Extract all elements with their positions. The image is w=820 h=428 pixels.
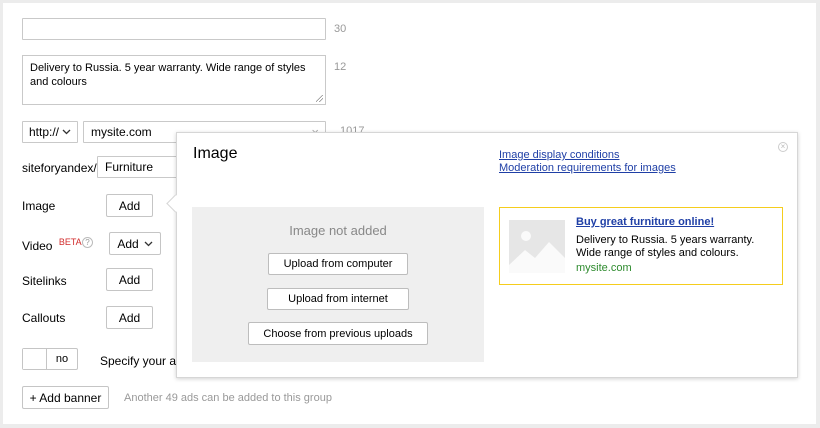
image-placeholder-graphic [509,231,565,273]
toggle-state: no [55,353,69,365]
video-label-text: Video [22,239,53,253]
preview-headline[interactable]: Buy great furniture online! [576,216,714,228]
preview-body: Delivery to Russia. 5 years warranty. Wi… [576,234,755,259]
protocol-value: http:// [29,125,60,139]
video-add-button[interactable]: Add [109,232,161,255]
moderation-requirements-link[interactable]: Moderation requirements for images [499,162,676,174]
image-not-added-text: Image not added [289,223,387,238]
add-banner-button[interactable]: + Add banner [22,386,109,409]
video-add-label: Add [117,236,139,251]
callouts-label: Callouts [22,311,66,325]
image-add-button[interactable]: Add [106,194,153,217]
close-glyph: × [780,142,786,151]
upload-area: Image not added Upload from computer Upl… [192,207,484,362]
close-icon[interactable]: × [778,142,788,152]
path-input[interactable]: Furniture [97,156,187,178]
chevron-down-icon [62,129,71,135]
ad-preview: Buy great furniture online! Delivery to … [499,207,783,285]
add-banner-note: Another 49 ads can be added to this grou… [124,392,332,404]
resize-handle-icon[interactable] [316,95,323,102]
image-label: Image [22,199,56,213]
domain-value: mysite.com [91,125,152,139]
chevron-down-icon [144,241,153,246]
image-display-conditions-link[interactable]: Image display conditions [499,149,619,161]
text-textarea[interactable]: Delivery to Russia. 5 year warranty. Wid… [22,55,326,105]
image-placeholder-icon [509,220,565,273]
path-prefix: siteforyandex/ [22,161,97,175]
preview-url: mysite.com [576,262,632,274]
path-value: Furniture [105,160,154,174]
image-popup: Image Image display conditions Moderatio… [166,132,798,378]
popup-title: Image [193,145,238,162]
title-input[interactable] [22,18,326,40]
callouts-add-button[interactable]: Add [106,306,153,329]
specify-text: Specify your ad [100,354,183,368]
title-counter: 30 [334,23,347,35]
sitelinks-add-button[interactable]: Add [106,268,153,291]
text-counter: 12 [334,61,347,73]
video-label: Video BETA [22,237,82,253]
protocol-select[interactable]: http:// [22,121,78,143]
sitelinks-label: Sitelinks [22,274,67,288]
beta-badge: BETA [58,237,82,247]
help-icon[interactable]: ? [82,237,93,248]
toggle-switch[interactable]: no [22,348,78,370]
upload-from-computer-button[interactable]: Upload from computer [268,253,408,275]
toggle-knob [23,349,47,369]
choose-previous-uploads-button[interactable]: Choose from previous uploads [248,322,428,345]
upload-from-internet-button[interactable]: Upload from internet [267,288,409,310]
text-value: Delivery to Russia. 5 year warranty. Wid… [30,62,306,88]
